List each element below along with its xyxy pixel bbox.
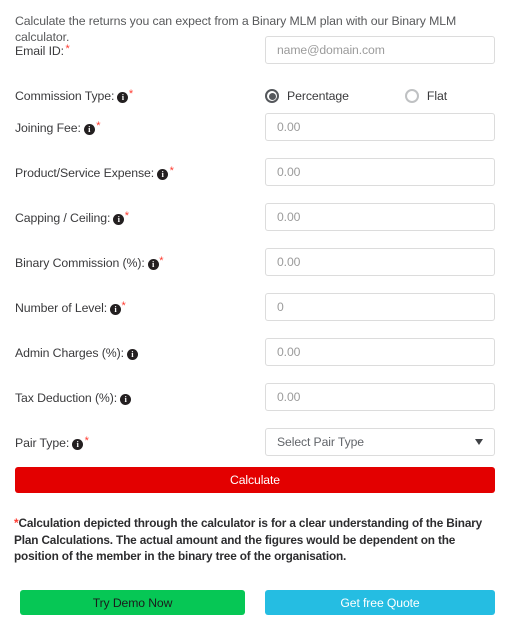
label-product-service-expense-text: Product/Service Expense: bbox=[15, 166, 155, 180]
required-marker-icon: * bbox=[128, 87, 134, 100]
number-of-level-field[interactable]: 0 bbox=[265, 293, 495, 321]
radio-percentage-label: Percentage bbox=[287, 89, 349, 103]
label-binary-commission: Binary Commission (%): i * bbox=[15, 248, 163, 278]
info-icon[interactable]: i bbox=[110, 303, 122, 315]
label-tax-deduction: Tax Deduction (%): i bbox=[15, 383, 132, 413]
label-capping-ceiling-text: Capping / Ceiling: bbox=[15, 211, 111, 225]
label-pair-type-text: Pair Type: bbox=[15, 436, 70, 450]
form-row-email: Email ID: * name@domain.com bbox=[0, 36, 509, 66]
joining-fee-placeholder: 0.00 bbox=[277, 120, 301, 134]
label-commission-type: Commission Type: i * bbox=[15, 81, 133, 111]
info-icon[interactable]: i bbox=[113, 213, 125, 225]
admin-charges-field[interactable]: 0.00 bbox=[265, 338, 495, 366]
radio-flat-label: Flat bbox=[426, 89, 448, 103]
label-joining-fee-text: Joining Fee: bbox=[15, 121, 81, 135]
info-icon[interactable]: i bbox=[126, 348, 138, 360]
required-marker-icon: * bbox=[96, 119, 101, 132]
disclaimer-body: Calculation depicted through the calcula… bbox=[14, 516, 483, 563]
tax-deduction-field[interactable]: 0.00 bbox=[265, 383, 495, 411]
required-marker-icon: * bbox=[65, 42, 70, 55]
required-marker-icon: * bbox=[169, 164, 174, 177]
form-row-number-of-level: Number of Level: i * 0 bbox=[0, 293, 509, 323]
required-marker-icon: * bbox=[124, 209, 129, 222]
product-service-expense-placeholder: 0.00 bbox=[277, 165, 301, 179]
label-number-of-level: Number of Level: i * bbox=[15, 293, 126, 323]
binary-commission-field[interactable]: 0.00 bbox=[265, 248, 495, 276]
capping-ceiling-field[interactable]: 0.00 bbox=[265, 203, 495, 231]
admin-charges-placeholder: 0.00 bbox=[277, 345, 301, 359]
label-email-text: Email ID: bbox=[15, 44, 64, 58]
form-row-admin-charges: Admin Charges (%): i 0.00 bbox=[0, 338, 509, 368]
calculate-button[interactable]: Calculate bbox=[15, 467, 495, 493]
binary-commission-placeholder: 0.00 bbox=[277, 255, 301, 269]
number-of-level-placeholder: 0 bbox=[277, 300, 284, 314]
label-email: Email ID: * bbox=[15, 36, 70, 66]
radio-percentage-icon[interactable] bbox=[265, 89, 279, 103]
get-free-quote-button[interactable]: Get free Quote bbox=[265, 590, 495, 615]
form-row-binary-commission: Binary Commission (%): i * 0.00 bbox=[0, 248, 509, 278]
pair-type-select[interactable]: Select Pair Type bbox=[265, 428, 495, 456]
required-marker-icon: * bbox=[159, 254, 164, 267]
joining-fee-field[interactable]: 0.00 bbox=[265, 113, 495, 141]
product-service-expense-field[interactable]: 0.00 bbox=[265, 158, 495, 186]
label-admin-charges-text: Admin Charges (%): bbox=[15, 346, 124, 360]
form-row-capping-ceiling: Capping / Ceiling: i * 0.00 bbox=[0, 203, 509, 233]
binary-mlm-calculator-form: Calculate the returns you can expect fro… bbox=[0, 0, 509, 620]
pair-type-selected-value: Select Pair Type bbox=[277, 435, 364, 449]
info-icon[interactable]: i bbox=[83, 123, 95, 135]
try-demo-button[interactable]: Try Demo Now bbox=[20, 590, 245, 615]
form-row-joining-fee: Joining Fee: i * 0.00 bbox=[0, 113, 509, 143]
required-marker-icon: * bbox=[84, 434, 89, 447]
email-field[interactable]: name@domain.com bbox=[265, 36, 495, 64]
info-icon[interactable]: i bbox=[147, 258, 159, 270]
label-product-service-expense: Product/Service Expense: i * bbox=[15, 158, 174, 188]
label-admin-charges: Admin Charges (%): i bbox=[15, 338, 138, 368]
capping-ceiling-placeholder: 0.00 bbox=[277, 210, 301, 224]
form-row-pair-type: Pair Type: i * Select Pair Type bbox=[0, 428, 509, 458]
label-binary-commission-text: Binary Commission (%): bbox=[15, 256, 145, 270]
label-number-of-level-text: Number of Level: bbox=[15, 301, 108, 315]
label-pair-type: Pair Type: i * bbox=[15, 428, 89, 458]
label-tax-deduction-text: Tax Deduction (%): bbox=[15, 391, 118, 405]
email-placeholder: name@domain.com bbox=[277, 43, 385, 57]
form-row-product-service-expense: Product/Service Expense: i * 0.00 bbox=[0, 158, 509, 188]
label-capping-ceiling: Capping / Ceiling: i * bbox=[15, 203, 129, 233]
form-row-tax-deduction: Tax Deduction (%): i 0.00 bbox=[0, 383, 509, 413]
label-joining-fee: Joining Fee: i * bbox=[15, 113, 101, 143]
required-marker-icon: * bbox=[121, 299, 126, 312]
radio-option-percentage[interactable]: Percentage bbox=[265, 89, 349, 103]
commission-type-radio-group: Percentage Flat bbox=[265, 81, 447, 111]
info-icon[interactable]: i bbox=[72, 438, 84, 450]
form-row-commission-type: Commission Type: i * Percentage Flat bbox=[0, 81, 509, 111]
tax-deduction-placeholder: 0.00 bbox=[277, 390, 301, 404]
info-icon[interactable]: i bbox=[120, 393, 132, 405]
info-icon[interactable]: i bbox=[117, 91, 129, 103]
chevron-down-icon[interactable] bbox=[475, 439, 483, 445]
disclaimer-text: *Calculation depicted through the calcul… bbox=[14, 515, 496, 565]
info-icon[interactable]: i bbox=[157, 168, 169, 180]
label-commission-type-text: Commission Type: bbox=[15, 89, 115, 103]
radio-flat-icon[interactable] bbox=[404, 89, 419, 103]
radio-option-flat[interactable]: Flat bbox=[404, 89, 448, 103]
